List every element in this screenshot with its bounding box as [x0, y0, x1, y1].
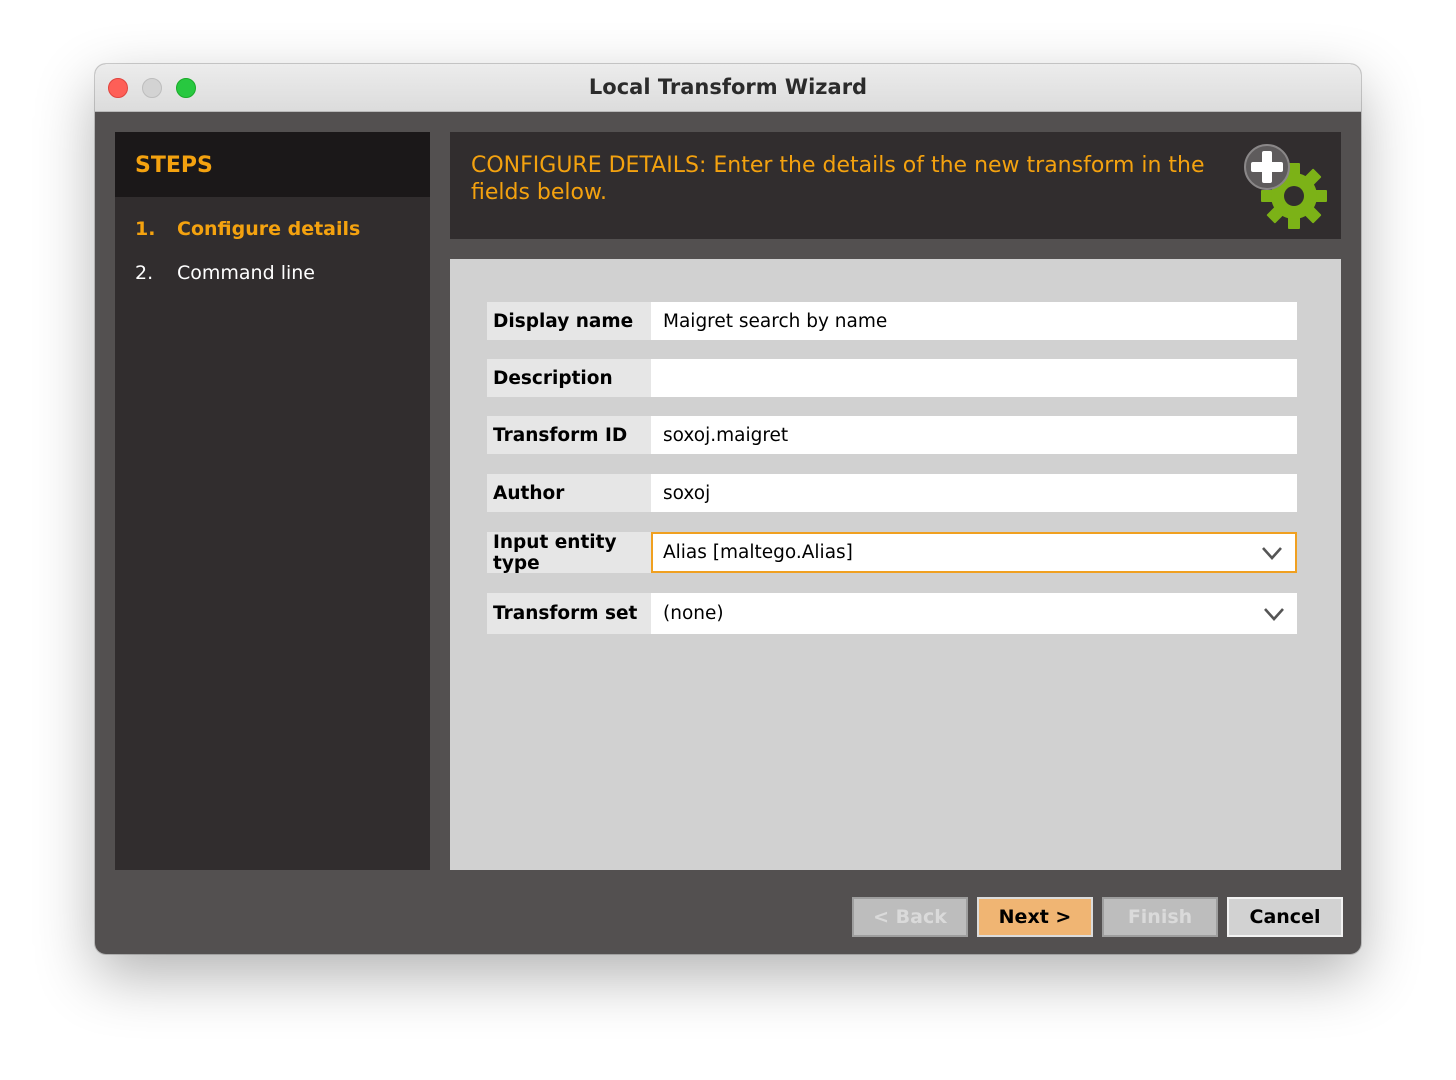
- transform-set-dropdown[interactable]: (none): [651, 593, 1297, 634]
- cancel-button[interactable]: Cancel: [1227, 897, 1343, 937]
- steps-header: STEPS: [115, 132, 430, 197]
- details-form: Display name Maigret search by name Desc…: [450, 259, 1341, 870]
- transform-set-row: Transform set (none): [487, 593, 1297, 634]
- instruction-banner: CONFIGURE DETAILS: Enter the details of …: [450, 132, 1341, 239]
- input-entity-type-dropdown[interactable]: Alias [maltego.Alias]: [651, 532, 1297, 573]
- transform-id-input[interactable]: soxoj.maigret: [651, 416, 1297, 454]
- description-row: Description: [487, 359, 1297, 397]
- chevron-down-icon[interactable]: [1261, 545, 1283, 561]
- author-row: Author soxoj: [487, 474, 1297, 512]
- description-input[interactable]: [651, 359, 1297, 397]
- transform-id-row: Transform ID soxoj.maigret: [487, 416, 1297, 454]
- input-entity-type-row: Input entity type Alias [maltego.Alias]: [487, 532, 1297, 574]
- step-label: Configure details: [177, 218, 361, 240]
- author-input[interactable]: soxoj: [651, 474, 1297, 512]
- back-button[interactable]: < Back: [852, 897, 968, 937]
- step-number: 2.: [135, 262, 154, 284]
- display-name-row: Display name Maigret search by name: [487, 302, 1297, 340]
- transform-set-label: Transform set: [487, 593, 651, 634]
- author-label: Author: [487, 474, 651, 512]
- window-title: Local Transform Wizard: [588, 75, 868, 99]
- next-button[interactable]: Next >: [977, 897, 1093, 937]
- finish-button[interactable]: Finish: [1102, 897, 1218, 937]
- step-number: 1.: [135, 218, 156, 240]
- description-label: Description: [487, 359, 651, 397]
- gear-plus-icon: [1244, 144, 1327, 229]
- title-bar: Local Transform Wizard: [95, 64, 1361, 112]
- input-entity-type-value: Alias [maltego.Alias]: [663, 542, 853, 563]
- step-configure-details: 1. Configure details: [135, 218, 360, 240]
- input-entity-type-label: Input entity type: [487, 532, 651, 574]
- display-name-input[interactable]: Maigret search by name: [651, 302, 1297, 340]
- display-name-label: Display name: [487, 302, 651, 340]
- chevron-down-icon[interactable]: [1263, 606, 1285, 622]
- wizard-window: Local Transform Wizard STEPS 1. Configure…: [95, 64, 1361, 954]
- transform-id-label: Transform ID: [487, 416, 651, 454]
- banner-text: CONFIGURE DETAILS: Enter the details of …: [471, 153, 1205, 205]
- steps-panel: STEPS 1. Configure details 2. Command line: [115, 132, 430, 870]
- transform-set-value: (none): [663, 603, 724, 624]
- step-label: Command line: [177, 262, 315, 284]
- step-command-line: 2. Command line: [135, 262, 315, 284]
